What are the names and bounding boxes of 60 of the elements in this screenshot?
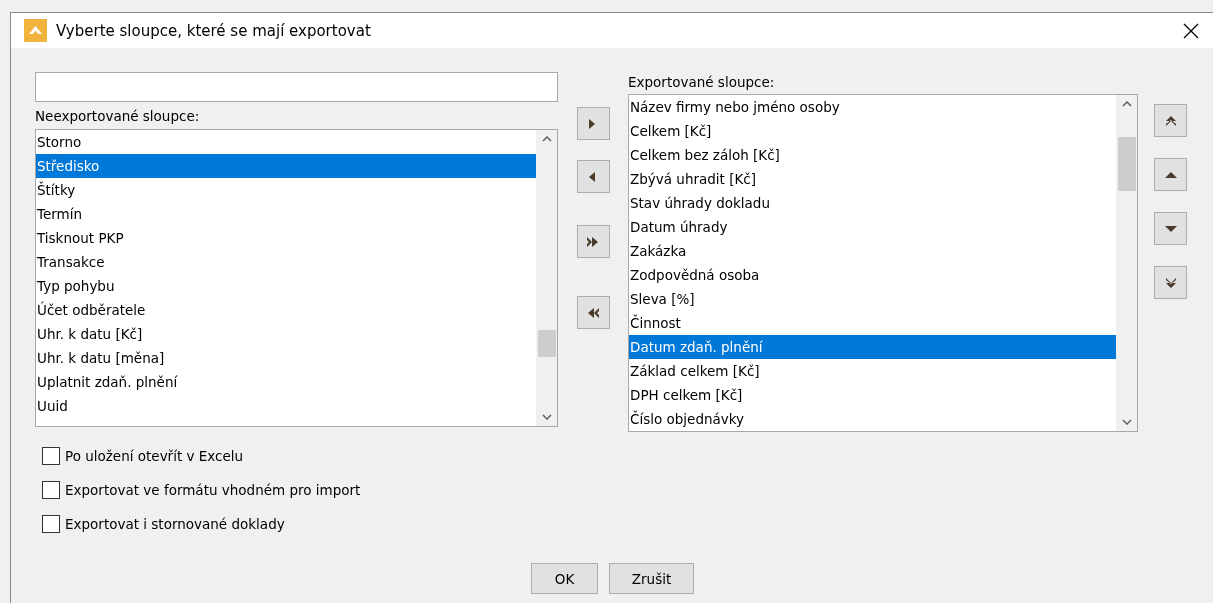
list-item[interactable]: Číslo objednávky (629, 407, 1116, 431)
reorder-button[interactable] (1154, 266, 1187, 299)
scrollbar[interactable] (1116, 95, 1137, 431)
scroll-up-icon[interactable] (1121, 101, 1132, 107)
list-item[interactable]: Transakce (36, 250, 536, 274)
close-icon (1183, 22, 1199, 39)
list-item[interactable]: Zodpovědná osoba (629, 263, 1116, 287)
list-item[interactable]: Typ pohybu (36, 274, 536, 298)
checkbox[interactable] (42, 515, 60, 533)
list-item[interactable]: Stav úhrady dokladu (629, 191, 1116, 215)
checkbox[interactable] (42, 447, 60, 465)
list-item[interactable]: Uuid (36, 394, 536, 418)
list-item[interactable]: Uhr. k datu [měna] (36, 346, 536, 370)
checkbox-label: Exportovat ve formátu vhodném pro import (65, 482, 361, 498)
app-logo-icon (24, 19, 47, 42)
list-item[interactable]: Celkem [Kč] (629, 119, 1116, 143)
search-field[interactable] (35, 72, 558, 102)
checkbox-label: Exportovat i stornované doklady (65, 516, 285, 532)
scroll-down-icon[interactable] (1121, 419, 1132, 425)
list-label: Exportované sloupce: (628, 74, 776, 91)
scroll-down-icon[interactable] (541, 414, 552, 420)
scrollbar[interactable] (536, 130, 557, 426)
list-item[interactable]: Termín (36, 202, 536, 226)
list-item[interactable]: DPH celkem [Kč] (629, 383, 1116, 407)
checkbox[interactable] (42, 481, 60, 499)
double-up-icon (1163, 113, 1178, 128)
list-item[interactable]: Činnost (629, 311, 1116, 335)
list-item[interactable]: Zakázka (629, 239, 1116, 263)
list-label: Neexportované sloupce: (35, 108, 201, 125)
double-right-icon (586, 234, 600, 249)
list-item[interactable]: Tisknout PKP (36, 226, 536, 250)
window-title: Vyberte sloupce, které se mají exportovat (56, 21, 372, 40)
list-item[interactable]: Středisko (36, 154, 536, 178)
double-left-icon (586, 305, 600, 320)
list-item[interactable]: Účet odběratele (36, 298, 536, 322)
double-down-icon (1163, 275, 1178, 290)
scroll-up-icon[interactable] (541, 136, 552, 142)
scroll-thumb[interactable] (1118, 137, 1136, 191)
list-item[interactable]: Uhr. k datu [Kč] (36, 322, 536, 346)
cancel-button[interactable]: Zrušit (609, 563, 694, 594)
list-item[interactable]: Datum úhrady (629, 215, 1116, 239)
list-item[interactable]: Celkem bez záloh [Kč] (629, 143, 1116, 167)
list-item[interactable]: Základ celkem [Kč] (629, 359, 1116, 383)
list-item[interactable]: Sleva [%] (629, 287, 1116, 311)
move-button[interactable] (576, 160, 610, 193)
list-item[interactable]: Název firmy nebo jméno osoby (629, 95, 1116, 119)
scroll-thumb[interactable] (538, 330, 556, 357)
list-item[interactable]: Storno (36, 130, 536, 154)
move-button[interactable] (576, 107, 610, 140)
list-item[interactable]: Datum zdaň. plnění (629, 335, 1116, 359)
reorder-button[interactable] (1154, 158, 1187, 191)
list-item[interactable]: Štítky (36, 178, 536, 202)
move-button[interactable] (576, 225, 610, 258)
list-item[interactable]: Zbývá uhradit [Kč] (629, 167, 1116, 191)
reorder-button[interactable] (1154, 104, 1187, 137)
checkbox-label: Po uložení otevřít v Excelu (65, 448, 244, 464)
list-item[interactable]: Uplatnit zdaň. plnění (36, 370, 536, 394)
ok-button[interactable]: OK (531, 563, 598, 594)
reorder-button[interactable] (1154, 212, 1187, 245)
move-button[interactable] (576, 296, 610, 329)
